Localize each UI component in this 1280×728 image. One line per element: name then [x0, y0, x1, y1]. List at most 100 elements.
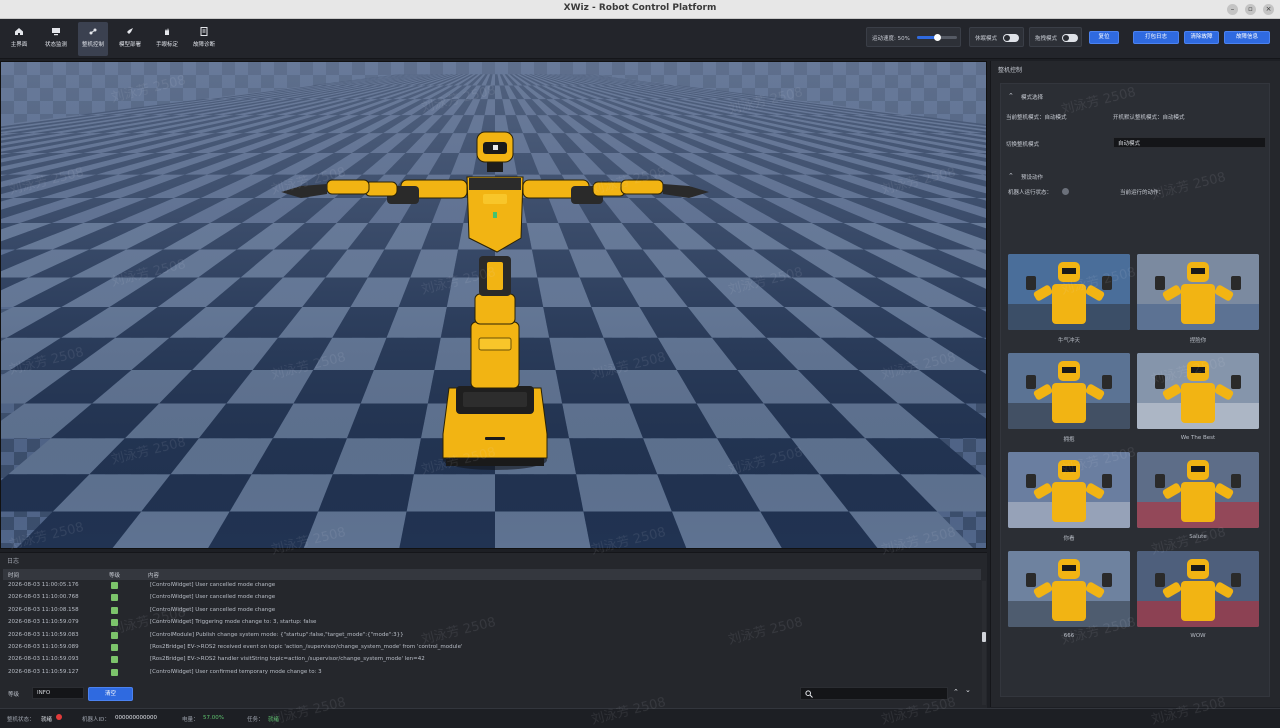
- log-row-time: 2026-08-03 11:10:59.089: [8, 644, 79, 650]
- monitor-icon: [52, 28, 60, 36]
- log-row[interactable]: 2026-08-03 11:10:59.093 [Ros2Bridge] EV->…: [3, 654, 981, 666]
- log-level-badge: [111, 606, 118, 614]
- log-search-input[interactable]: [800, 687, 948, 700]
- log-row-message: [ControlWidget] User cancelled mode chan…: [150, 606, 276, 613]
- reset-button[interactable]: 复位: [1089, 31, 1119, 44]
- log-title: 日志: [7, 558, 20, 565]
- preset-action-card[interactable]: [1137, 452, 1259, 528]
- preset-action-label: We The Best: [1180, 435, 1216, 441]
- preset-section-title: 预设动作: [1021, 175, 1044, 181]
- log-level-select[interactable]: INFO: [32, 687, 84, 699]
- log-row-time: 2026-08-03 11:00:05.176: [8, 582, 79, 588]
- preset-action-card[interactable]: [1137, 551, 1259, 627]
- log-row-time: 2026-08-03 11:10:59.127: [8, 668, 79, 675]
- task-value: 就绪: [268, 717, 280, 723]
- log-row-time: 2026-08-03 11:10:59.079: [8, 619, 79, 626]
- log-row[interactable]: 2026-08-03 11:00:05.176 [ControlWidget] U…: [3, 580, 981, 592]
- hand-icon: [165, 28, 169, 35]
- robot-id-value: 000000000000: [115, 715, 157, 721]
- clear-fault-button[interactable]: 清除故障: [1184, 31, 1219, 44]
- robot-3d-viewport[interactable]: [0, 61, 987, 549]
- preset-action-image: [1137, 452, 1259, 528]
- sleep-mode-toggle[interactable]: [1003, 34, 1019, 42]
- preset-action-label: 牛气冲天: [1057, 338, 1080, 344]
- window-title: XWiz - Robot Control Platform: [563, 3, 717, 13]
- control-card: ⌃ 模式选择 当前整机模式：自动模式 开机默认整机模式：自动模式 切换整机模式 …: [1000, 83, 1270, 697]
- maximize-icon[interactable]: ▫: [1245, 4, 1256, 15]
- preset-action-card[interactable]: [1008, 452, 1130, 528]
- preset-action-card[interactable]: [1008, 254, 1130, 330]
- log-row-message: [ControlWidget] Triggering mode change t…: [150, 619, 317, 626]
- preset-action-label: 捏脸你: [1189, 338, 1207, 344]
- log-level-badge: [111, 582, 118, 589]
- log-row[interactable]: 2026-08-03 11:10:59.083 [ControlModule] P…: [3, 630, 981, 642]
- sleep-mode-label: 休眠模式: [975, 36, 998, 42]
- rocket-icon: [127, 28, 133, 34]
- sleep-mode-group: 休眠模式: [969, 27, 1024, 47]
- fault-info-button[interactable]: 故障信息: [1224, 31, 1270, 44]
- toolbar-home-label: 主界面: [10, 42, 28, 48]
- log-scrollbar-thumb[interactable]: [982, 632, 986, 642]
- robot-id-label: 机器人ID：: [82, 717, 110, 723]
- preset-action-label: Salute: [1189, 534, 1207, 540]
- preset-action-card[interactable]: [1008, 353, 1130, 429]
- log-row-time: 2026-08-03 11:10:59.083: [8, 631, 79, 638]
- toolbar-monitor-button[interactable]: 状态监测: [41, 22, 71, 56]
- drag-mode-group: 拖拽模式: [1029, 27, 1082, 47]
- mode-section-chevron-icon[interactable]: ⌃: [1008, 92, 1014, 100]
- log-level-badge: [111, 594, 118, 602]
- speed-slider-handle[interactable]: [934, 34, 941, 41]
- log-row-time: 2026-08-03 11:10:08.158: [8, 606, 79, 613]
- log-row[interactable]: 2026-08-03 11:10:00.768 [ControlWidget] U…: [3, 592, 981, 604]
- toolbar-deploy-label: 模型部署: [118, 42, 141, 48]
- search-next-icon[interactable]: ⌄: [965, 686, 971, 694]
- toolbar-control-label: 整机控制: [81, 42, 104, 48]
- preset-action-card[interactable]: [1008, 551, 1130, 627]
- diagnosis-icon: [200, 27, 208, 36]
- preset-action-image: [1137, 551, 1259, 627]
- log-row[interactable]: 2026-08-03 11:10:08.158 [ControlWidget] U…: [3, 605, 981, 617]
- search-prev-icon[interactable]: ⌃: [953, 688, 959, 696]
- log-level-badge: [111, 656, 118, 664]
- log-row[interactable]: 2026-08-03 11:10:59.079 [ControlWidget] T…: [3, 617, 981, 629]
- preset-action-image: [1008, 254, 1130, 330]
- current-action-label: 当前运行的动作：: [1120, 190, 1165, 196]
- log-row[interactable]: 2026-08-03 11:10:59.127 [ControlWidget] U…: [3, 667, 981, 679]
- robot-state-indicator: [56, 714, 62, 720]
- robot-run-state-indicator: [1062, 188, 1069, 195]
- battery-label: 电量：: [182, 717, 199, 723]
- toolbar-home-button[interactable]: 主界面: [4, 22, 34, 56]
- pack-log-button[interactable]: 打包日志: [1133, 31, 1179, 44]
- close-icon[interactable]: ×: [1263, 4, 1274, 15]
- preset-action-image: [1008, 551, 1130, 627]
- minimize-icon[interactable]: –: [1227, 4, 1238, 15]
- toolbar-control-button[interactable]: 整机控制: [78, 22, 108, 56]
- toolbar-monitor-label: 状态监测: [44, 42, 67, 48]
- preset-action-label: 666: [1063, 633, 1075, 639]
- log-col-level: 等级: [109, 573, 121, 579]
- log-level-badge: [111, 631, 118, 639]
- preset-action-card[interactable]: [1137, 353, 1259, 429]
- switch-mode-label: 切换整机模式: [1006, 142, 1040, 148]
- preset-section-chevron-icon[interactable]: ⌃: [1008, 172, 1014, 180]
- toolbar-calibration-button[interactable]: 手眼标定: [152, 22, 182, 56]
- control-icon: [89, 28, 97, 35]
- search-icon: [805, 690, 813, 698]
- status-bar: 整机状态： 就绪 机器人ID： 000000000000 电量： 57.00% …: [0, 708, 1280, 725]
- log-footer: 等级 INFO 清空 ⌃ ⌄: [0, 684, 987, 706]
- toolbar-deploy-button[interactable]: 模型部署: [115, 22, 145, 56]
- log-row[interactable]: 2026-08-03 11:10:59.089 [Ros2Bridge] EV->…: [3, 642, 981, 654]
- toolbar-diagnosis-label: 故障诊断: [192, 42, 215, 48]
- robot-state-label: 整机状态：: [7, 717, 35, 723]
- log-header-row: 时间 等级 内容: [3, 569, 981, 580]
- preset-action-card[interactable]: [1137, 254, 1259, 330]
- viewport-scene: [1, 62, 986, 548]
- toolbar-diagnosis-button[interactable]: 故障诊断: [189, 22, 219, 56]
- log-clear-button[interactable]: 清空: [88, 687, 133, 701]
- log-level-badge: [111, 619, 118, 627]
- speed-slider[interactable]: [917, 34, 957, 41]
- task-label: 任务：: [247, 717, 264, 723]
- switch-mode-select[interactable]: 自动模式: [1113, 137, 1266, 148]
- drag-mode-toggle[interactable]: [1062, 34, 1078, 42]
- home-icon: [15, 28, 23, 35]
